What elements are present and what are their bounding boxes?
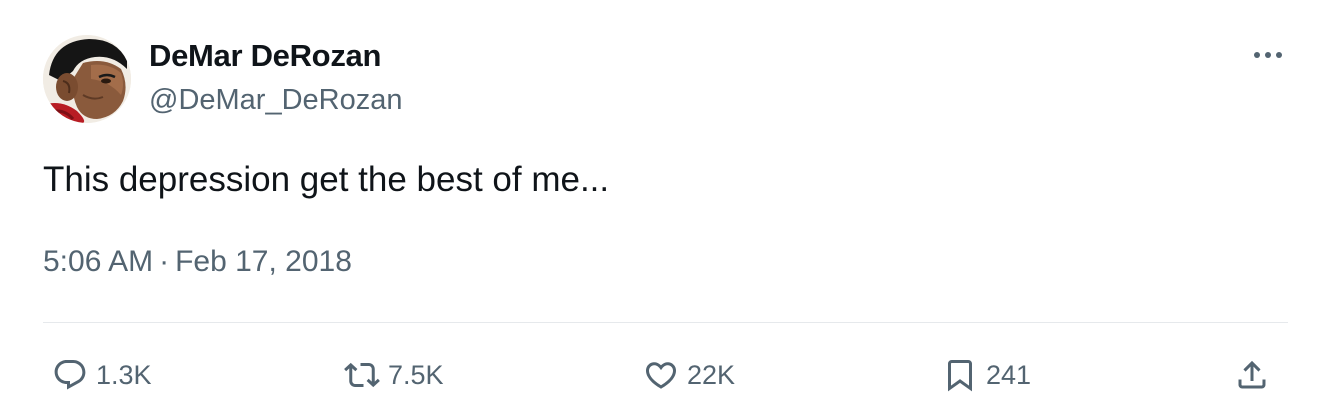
timestamp-separator: · bbox=[159, 245, 170, 278]
bookmark-count: 241 bbox=[986, 359, 1032, 390]
tweet-time[interactable]: 5:06 AM bbox=[43, 245, 153, 278]
retweet-icon bbox=[344, 362, 380, 388]
reply-icon bbox=[54, 360, 86, 390]
share-button[interactable] bbox=[1234, 355, 1270, 395]
tweet-card: DeMar DeRozan @DeMar_DeRozan This depres… bbox=[0, 0, 1320, 419]
tweet-date[interactable]: Feb 17, 2018 bbox=[175, 245, 352, 278]
reply-button[interactable]: 1.3K bbox=[52, 355, 152, 395]
author-handle[interactable]: @DeMar_DeRozan bbox=[149, 84, 402, 117]
avatar-image bbox=[43, 35, 131, 123]
tweet-text: This depression get the best of me... bbox=[43, 160, 610, 199]
like-count: 22K bbox=[687, 359, 736, 390]
tweet-timestamp[interactable]: 5:06 AM · Feb 17, 2018 bbox=[43, 245, 352, 279]
more-horizontal-icon bbox=[1254, 52, 1282, 58]
share-icon bbox=[1238, 360, 1266, 389]
bookmark-icon bbox=[948, 360, 972, 392]
avatar[interactable] bbox=[43, 35, 131, 123]
retweet-count: 7.5K bbox=[388, 359, 444, 390]
author-display-name[interactable]: DeMar DeRozan bbox=[149, 38, 381, 74]
more-options-button[interactable] bbox=[1246, 40, 1290, 70]
heart-icon bbox=[645, 362, 677, 389]
like-button[interactable]: 22K bbox=[643, 355, 735, 395]
bookmark-button[interactable]: 241 bbox=[942, 355, 1031, 395]
retweet-button[interactable]: 7.5K bbox=[344, 355, 444, 395]
divider bbox=[43, 322, 1288, 323]
reply-count: 1.3K bbox=[96, 359, 152, 390]
